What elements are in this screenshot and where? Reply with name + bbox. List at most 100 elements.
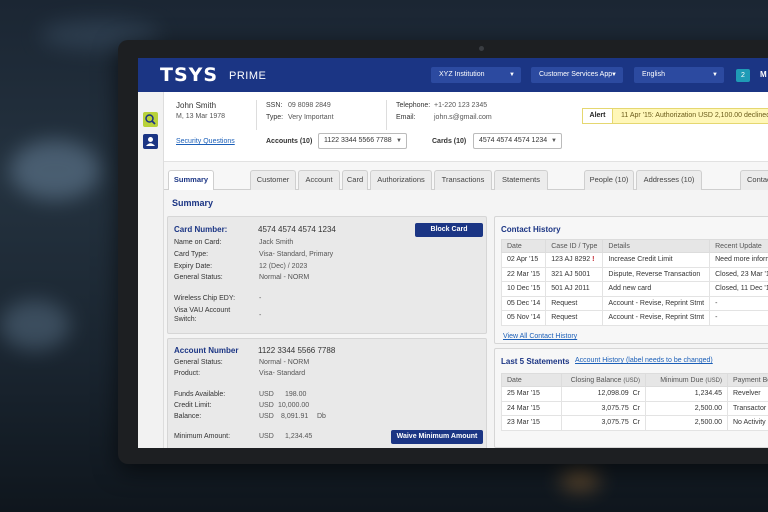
chevron-down-icon: ▼: [551, 138, 557, 144]
balance-dc: Cr: [632, 390, 640, 398]
divider: [256, 100, 257, 130]
column-header[interactable]: Minimum Due (USD): [645, 373, 728, 387]
column-header[interactable]: Recent Update: [709, 239, 768, 253]
tab-people[interactable]: People (10): [584, 170, 634, 190]
app-screen: TSYS PRIME XYZ Institution ▼ Customer Se…: [138, 58, 768, 448]
minimum-due-header: Minimum Due: [660, 376, 704, 384]
card-row-label: Card Type:: [174, 251, 209, 258]
account-row-label: Balance:: [174, 413, 202, 420]
table-row[interactable]: 05 Dec '14 Request Account - Revise, Rep…: [500, 295, 768, 311]
chevron-down-icon: ▼: [396, 138, 402, 144]
customer-info-bar: John Smith M, 13 Mar 1978 Security Quest…: [164, 92, 768, 162]
accounts-select[interactable]: 1122 3344 5566 7788 ▼: [318, 133, 407, 149]
cell-behavior: No Activity: [727, 415, 768, 431]
card-row-label: Wireless Chip EDY:: [174, 295, 236, 302]
cell-case: 321 AJ 5001: [545, 266, 604, 282]
app-select[interactable]: Customer Services App ▼: [531, 67, 623, 83]
account-row-currency: USD: [259, 391, 274, 398]
tab-account[interactable]: Account: [298, 170, 340, 190]
account-row-currency: USD: [259, 402, 274, 409]
tab-card[interactable]: Card: [342, 170, 368, 190]
account-row-label: General Status:: [174, 359, 223, 366]
table-row[interactable]: 24 Mar '15 3,075.75 Cr 2,500.00 Transact…: [501, 400, 768, 416]
tab-authorizations[interactable]: Authorizations: [370, 170, 432, 190]
account-row-suffix: Db: [317, 413, 326, 420]
notification-badge[interactable]: 2: [736, 69, 750, 82]
view-all-contact-history-link[interactable]: View All Contact History: [503, 333, 577, 340]
account-number-value: 1122 3344 5566 7788: [258, 346, 336, 355]
currency-unit: (USD): [705, 377, 722, 384]
cell-details: Dispute, Reverse Transaction: [602, 266, 711, 282]
search-button[interactable]: [143, 112, 158, 127]
table-row[interactable]: 25 Mar '15 12,098.09 Cr 1,234.45 Revelve…: [501, 386, 768, 402]
card-row-label: Switch:: [174, 316, 197, 323]
customer-gender-dob: M, 13 Mar 1978: [176, 113, 226, 120]
statements-title: Last 5 Statements: [501, 357, 570, 366]
cell-date: 05 Nov '14: [500, 310, 547, 326]
language-select[interactable]: English ▼: [634, 67, 724, 83]
cell-min-due: 1,234.45: [645, 386, 728, 402]
cell-update: Closed, 11 Dec '15: [709, 281, 768, 297]
column-header[interactable]: Case ID / Type: [545, 239, 604, 253]
cell-details: Account - Revise, Reprint Stmt: [602, 295, 711, 311]
account-row-currency: USD: [259, 413, 274, 420]
table-row[interactable]: 05 Nov '14 Request Account - Revise, Rep…: [500, 310, 768, 326]
column-header[interactable]: Date: [501, 373, 562, 387]
type-label: Type:: [266, 114, 284, 121]
column-header[interactable]: Payment Behavior: [727, 373, 768, 387]
security-questions-link[interactable]: Security Questions: [176, 138, 235, 145]
alert-label: Alert: [583, 109, 613, 123]
chevron-down-icon: ▼: [712, 72, 718, 78]
statements-table: Date Closing Balance (USD) Minimum Due (…: [501, 373, 768, 431]
top-navigation-bar: TSYS PRIME XYZ Institution ▼ Customer Se…: [138, 58, 768, 92]
column-header[interactable]: Date: [500, 239, 547, 253]
cell-date: 10 Dec '15: [500, 281, 547, 297]
waive-minimum-amount-button[interactable]: Waive Minimum Amount: [391, 430, 483, 444]
card-row-value: Jack Smith: [259, 239, 294, 246]
card-row-label: Visa VAU Account: [174, 307, 231, 314]
cell-behavior: Revelver: [727, 386, 768, 402]
institution-select[interactable]: XYZ Institution ▼: [431, 67, 521, 83]
tab-summary[interactable]: Summary: [168, 170, 214, 191]
chevron-down-icon: ▼: [611, 72, 617, 78]
card-row-label: Name on Card:: [174, 239, 222, 246]
table-row[interactable]: 10 Dec '15 501 AJ 2011 Add new card Clos…: [500, 281, 768, 297]
table-row[interactable]: 02 Apr '15 123 AJ 8292 ! Increase Credit…: [500, 252, 768, 268]
table-row[interactable]: 23 Mar '15 3,075.75 Cr 2,500.00 No Activ…: [501, 415, 768, 431]
column-header[interactable]: Closing Balance (USD): [561, 373, 646, 387]
email-label: Email:: [396, 114, 416, 121]
tab-statements[interactable]: Statements: [494, 170, 548, 190]
column-header[interactable]: Details: [602, 239, 711, 253]
account-row-value: 8,091.91: [281, 413, 309, 420]
block-card-button[interactable]: Block Card: [415, 223, 483, 237]
table-header-row: Date Case ID / Type Details Recent Updat…: [500, 239, 768, 253]
cards-select-value: 4574 4574 4574 1234: [479, 137, 548, 144]
tab-transactions[interactable]: Transactions: [434, 170, 492, 190]
tsys-logo: TSYS: [160, 64, 219, 86]
statements-panel: Last 5 Statements Account History (label…: [494, 348, 768, 448]
user-icon: [146, 137, 155, 146]
user-menu[interactable]: M: [760, 70, 767, 79]
background-light: [10, 140, 100, 200]
contact-history-panel: Contact History Date Case ID / Type Deta…: [494, 216, 768, 344]
balance-amount: 12,098.09: [597, 390, 629, 398]
card-row-value: Normal - NORM: [259, 274, 310, 281]
product-name: PRIME: [229, 70, 267, 82]
alert-banner[interactable]: Alert 11 Apr '15: Authorization USD 2,10…: [582, 108, 768, 124]
cards-select[interactable]: 4574 4574 4574 1234 ▼: [473, 133, 562, 149]
tab-contacts[interactable]: Contacts: [740, 170, 768, 190]
account-panel: Account Number 1122 3344 5566 7788 Gener…: [167, 338, 487, 448]
table-row[interactable]: 22 Mar '15 321 AJ 5001 Dispute, Reverse …: [500, 266, 768, 282]
tab-addresses[interactable]: Addresses (10): [636, 170, 702, 190]
profile-button[interactable]: [143, 134, 158, 149]
ssn-value: 09 8098 2849: [288, 102, 331, 109]
balance-dc: Cr: [632, 419, 640, 427]
tab-customer[interactable]: Customer: [250, 170, 296, 190]
divider: [386, 100, 387, 130]
account-history-link[interactable]: Account History (label needs to be chang…: [575, 357, 713, 364]
cell-date: 25 Mar '15: [501, 386, 562, 402]
cell-balance: 12,098.09 Cr: [561, 386, 646, 402]
cell-update: Closed, 23 Mar '15: [709, 266, 768, 282]
left-rail: [138, 92, 164, 448]
summary-content: Summary Card Number: 4574 4574 4574 1234…: [164, 190, 768, 448]
